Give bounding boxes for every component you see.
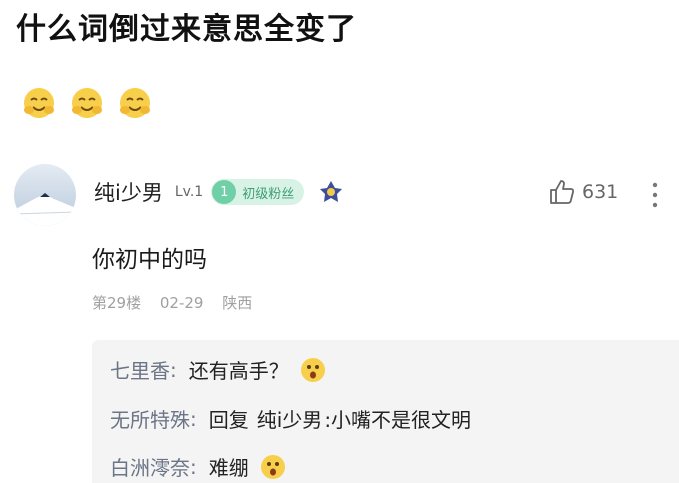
avatar-image [14, 164, 76, 226]
level-tag: Lv.1 [174, 184, 204, 200]
like-button[interactable]: 631 [548, 178, 618, 206]
reply-colon: : [170, 357, 177, 382]
reply-author[interactable]: 白洲澪奈 [110, 452, 190, 481]
fan-badge-number: 1 [212, 180, 237, 204]
reply-label: 回复 [208, 408, 249, 432]
reply-box[interactable]: 七里香: 还有高手？ 无所特殊: 回复 纯i少男 :小嘴不是很文明 白洲澪奈: … [92, 340, 679, 483]
comment-location: 陕西 [222, 294, 253, 312]
reply-text: 还有高手？ [188, 359, 289, 383]
reply-item[interactable]: 无所特殊: 回复 纯i少男 :小嘴不是很文明 [110, 404, 471, 433]
comment-floor: 第29楼 [92, 294, 142, 312]
hug-emoji-icon [24, 88, 54, 118]
reply-text: :小嘴不是很文明 [324, 408, 472, 432]
reply-item[interactable]: 白洲澪奈: 难绷 [110, 452, 287, 481]
username[interactable]: 纯i少男 [94, 177, 163, 207]
like-count: 631 [582, 181, 619, 203]
surprised-emoji-icon [260, 454, 285, 479]
reply-author[interactable]: 无所特殊 [110, 404, 190, 433]
emoji-row [22, 86, 152, 120]
comment-user-line: 纯i少男 Lv.1 1 初级粉丝 [94, 177, 344, 207]
thumbs-up-icon [550, 180, 574, 204]
reply-item[interactable]: 七里香: 还有高手？ [110, 355, 327, 384]
surprised-emoji-icon [300, 357, 325, 382]
comment-date: 02-29 [159, 294, 204, 312]
reply-mention[interactable]: 纯i少男 [257, 404, 323, 433]
hug-emoji-icon [72, 88, 102, 118]
avatar[interactable] [14, 164, 76, 226]
medal-icon [320, 181, 343, 202]
more-options-icon[interactable] [648, 180, 662, 210]
comment-meta: 第29楼 02-29 陕西 [92, 292, 266, 313]
fan-badge: 1 初级粉丝 [211, 179, 305, 205]
comment-text: 你初中的吗 [92, 247, 207, 273]
reply-text: 难绷 [208, 456, 249, 480]
fan-badge-label: 初级粉丝 [242, 186, 295, 202]
reply-author[interactable]: 七里香 [110, 355, 170, 384]
hug-emoji-icon [120, 88, 150, 118]
reply-colon: : [190, 406, 197, 431]
post-title: 什么词倒过来意思全变了 [16, 12, 357, 47]
reply-colon: : [190, 454, 197, 479]
